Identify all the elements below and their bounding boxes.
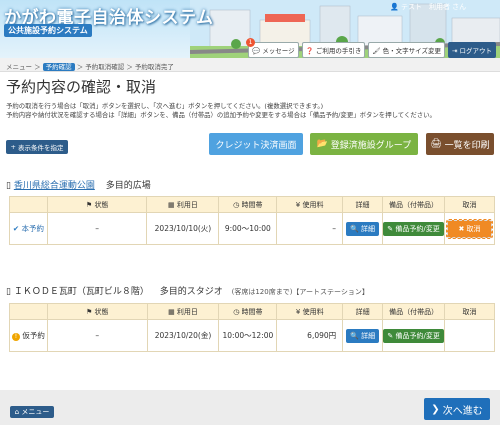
site-header: かがわ電子自治体システム 公共施設予約システム 👤 テスト 利用者 さん 1 💬… — [0, 0, 500, 58]
col-time: ◷ 時間帯 — [218, 196, 278, 213]
table-row: ✔ 本予約 – 2023/10/10(火) 9:00～10:00 – 🔍 詳細 … — [9, 212, 496, 245]
facility-group-button[interactable]: 📂 登録済施設グループ — [310, 133, 418, 155]
print-list-button[interactable]: 🖨 一覧を印刷 — [426, 133, 494, 155]
empty-cell: – — [46, 319, 148, 352]
footer: ⌂ メニュー ❯ 次へ進む — [0, 390, 500, 425]
cancel-button[interactable]: ✖ 取消 — [446, 218, 493, 239]
menu-button[interactable]: ⌂ メニュー — [10, 406, 54, 418]
col-status: ⚑ 状態 — [46, 196, 148, 213]
status-cell: ! 仮予約 — [9, 319, 48, 352]
printer-icon: 🖨 — [430, 139, 445, 149]
search-icon: 🔍 — [350, 331, 359, 340]
equip-button[interactable]: ✎ 備品予約/変更 — [383, 328, 444, 343]
guide-button[interactable]: ❓ ご利用の手引き — [301, 42, 366, 58]
warning-icon: ! — [11, 333, 20, 341]
col-detail: 詳細 — [342, 196, 383, 213]
user-icon: 👤 — [390, 3, 399, 11]
pencil-icon: ✎ — [387, 224, 394, 233]
message-count-badge: 1 — [246, 38, 256, 47]
col-equip: 備品（付帯品） — [382, 196, 445, 213]
detail-button[interactable]: 🔍 詳細 — [346, 328, 380, 343]
next-button[interactable]: ❯ 次へ進む — [424, 398, 490, 420]
chevron-right-icon: ❯ — [431, 403, 443, 415]
fee-cell: – — [276, 212, 344, 245]
col-date: ▦ 利用日 — [146, 303, 220, 320]
search-icon: 🔍 — [350, 224, 359, 233]
app-subtitle: 公共施設予約システム — [4, 24, 92, 37]
brush-icon: 🖌 — [372, 47, 381, 55]
col-equip: 備品（付帯品） — [382, 303, 446, 320]
user-info: 👤 テスト 利用者 さん — [390, 2, 466, 12]
facility-heading: ▯ 香川県総合運動公園 多目的広場 — [6, 178, 151, 191]
document-icon: ▯ — [6, 287, 14, 297]
col-status: ⚑ 状態 — [46, 303, 148, 320]
breadcrumb-menu[interactable]: メニュー — [6, 63, 32, 71]
col-fee: ¥ 使用料 — [276, 303, 344, 320]
cancel-cell — [444, 319, 495, 352]
room-name: 多目的広場 — [105, 181, 151, 191]
logout-icon: ⇥ — [451, 47, 458, 55]
user-name: テスト 利用者 さん — [400, 3, 467, 11]
facility-name-link[interactable]: 香川県総合運動公園 — [14, 181, 95, 191]
reservation-table: ⚑ 状態 ▦ 利用日 ◷ 時間帯 ¥ 使用料 詳細 備品（付帯品） 取消 ✔ 本… — [9, 196, 496, 245]
message-button[interactable]: 1 💬 メッセージ — [246, 38, 299, 58]
table-row: ! 仮予約 – 2023/10/20(金) 10:00～12:00 6,090円… — [9, 319, 495, 352]
time-cell: 10:00～12:00 — [218, 319, 278, 352]
document-icon: ▯ — [6, 181, 14, 191]
breadcrumb-current: 予約確認 — [42, 63, 75, 71]
logout-button[interactable]: ⇥ ログアウト — [447, 42, 496, 58]
filter-button[interactable]: + 表示条件を指定 — [6, 140, 68, 154]
pencil-icon: ✎ — [387, 331, 394, 340]
time-cell: 9:00～10:00 — [218, 212, 278, 245]
status-cell: ✔ 本予約 — [9, 212, 48, 245]
check-icon: ✔ — [12, 224, 20, 233]
folder-icon: 📂 — [316, 139, 331, 149]
home-icon: ⌂ — [14, 408, 22, 416]
col-cancel: 取消 — [443, 196, 496, 213]
close-icon: ✖ — [458, 224, 465, 233]
date-cell: 2023/10/10(火) — [146, 212, 220, 245]
col-date: ▦ 利用日 — [146, 196, 220, 213]
help-icon: ❓ — [305, 47, 314, 55]
header-buttons: 1 💬 メッセージ ❓ ご利用の手引き 🖌 色・文字サイズ変更 ⇥ ログアウト — [246, 38, 496, 58]
breadcrumb: メニュー ＞ 予約確認 ＞ 予約取消確認 ＞ 予約取消完了 — [0, 58, 500, 72]
page-title: 予約内容の確認・取消 — [6, 78, 157, 96]
empty-cell: – — [46, 212, 148, 245]
plus-icon: + — [10, 143, 18, 151]
reservation-table: ⚑ 状態 ▦ 利用日 ◷ 時間帯 ¥ 使用料 詳細 備品（付帯品） 取消 ! 仮… — [9, 303, 495, 352]
date-cell: 2023/10/20(金) — [146, 319, 220, 352]
col-detail: 詳細 — [342, 303, 384, 320]
fee-cell: 6,090円 — [276, 319, 344, 352]
chat-icon: 💬 — [252, 47, 261, 55]
col-time: ◷ 時間帯 — [218, 303, 278, 320]
page-description: 予約の取消を行う場合は「取消」ボタンを選択し、「次へ進む」ボタンを押してください… — [6, 102, 436, 119]
detail-button[interactable]: 🔍 詳細 — [346, 221, 379, 236]
breadcrumb-step2: 予約取消確認 — [85, 63, 125, 71]
col-fee: ¥ 使用料 — [276, 196, 344, 213]
facility-name: ＩＫＯＤＥ瓦町（瓦町ビル８階） — [13, 287, 149, 297]
breadcrumb-step3: 予約取消完了 — [134, 63, 174, 71]
room-name: 多目的スタジオ — [159, 287, 223, 297]
color-size-button[interactable]: 🖌 色・文字サイズ変更 — [368, 42, 445, 58]
col-cancel: 取消 — [444, 303, 495, 320]
main-content: 予約内容の確認・取消 予約の取消を行う場合は「取消」ボタンを選択し、「次へ進む」… — [0, 72, 500, 390]
room-note: (客席は120席まで)【アートステーション】 — [231, 288, 369, 296]
equip-button[interactable]: ✎ 備品予約/変更 — [383, 221, 444, 236]
facility-heading: ▯ ＩＫＯＤＥ瓦町（瓦町ビル８階） 多目的スタジオ (客席は120席まで)【アー… — [6, 284, 369, 297]
credit-payment-button[interactable]: クレジット決済画面 — [209, 133, 303, 155]
